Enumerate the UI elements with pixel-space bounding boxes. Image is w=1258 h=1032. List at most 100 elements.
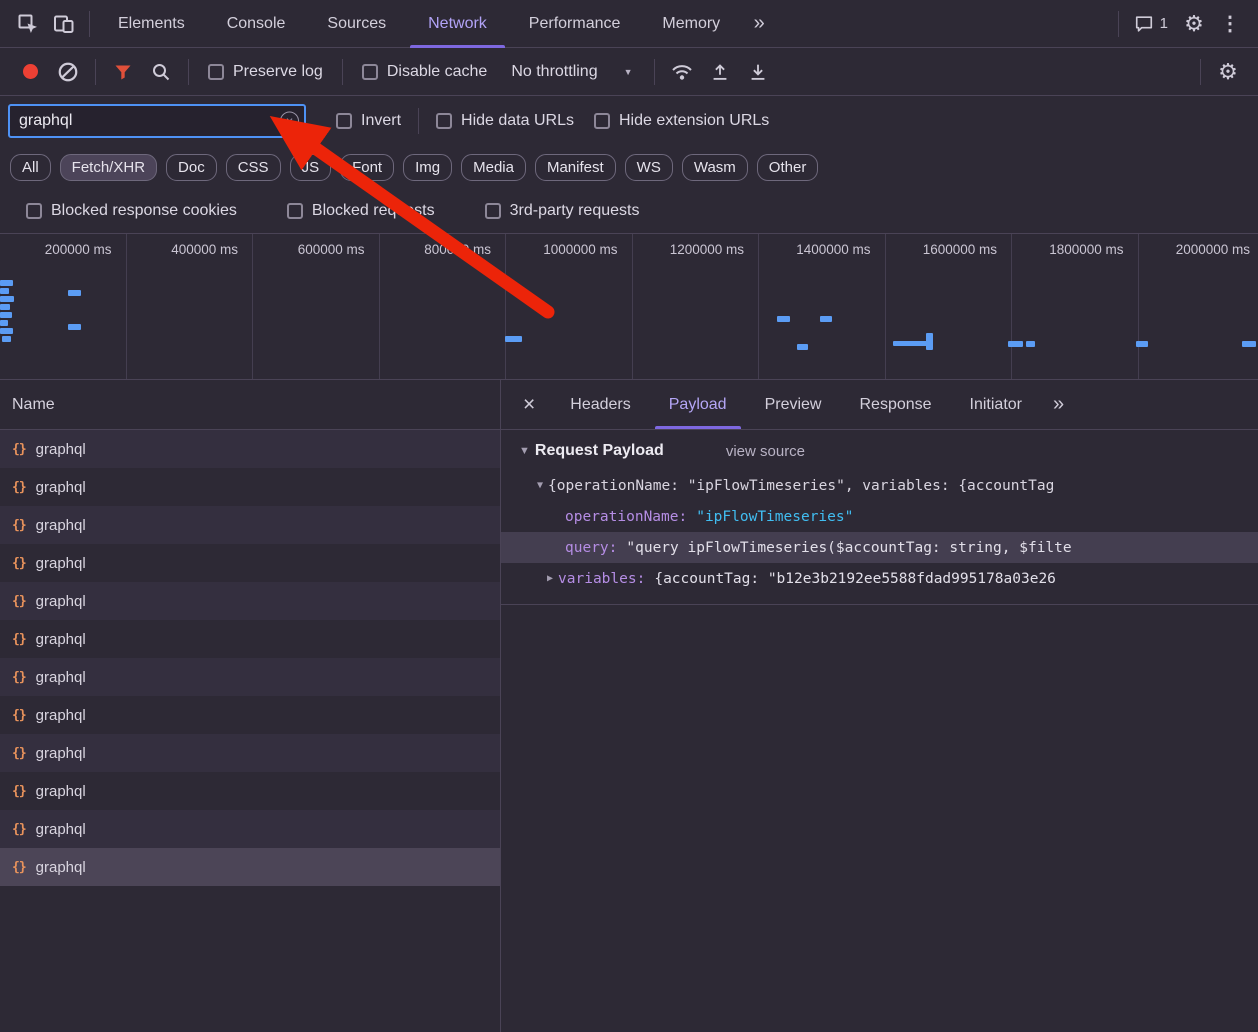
request-row[interactable]: {} graphql [0, 658, 500, 696]
invert-filter-checkbox[interactable]: Invert [326, 112, 411, 130]
request-list: {} graphql {} graphql {} graphql {} grap… [0, 430, 500, 1032]
request-type-chip[interactable]: Fetch/XHR [60, 154, 157, 181]
request-type-chip[interactable]: JS [290, 154, 332, 181]
divider [89, 11, 90, 37]
disclosure-down-icon[interactable]: ▼ [519, 445, 530, 457]
disclosure-right-icon[interactable]: ▶ [547, 573, 553, 584]
request-type-chip[interactable]: All [10, 154, 51, 181]
timeline-tick: 1600000 ms [886, 234, 1013, 379]
disable-cache-checkbox[interactable]: Disable cache [352, 63, 498, 81]
payload-summary-row[interactable]: ▼ {operationName: "ipFlowTimeseries", va… [501, 470, 1258, 501]
request-row[interactable]: {} graphql [0, 848, 500, 886]
inspect-element-icon[interactable] [10, 6, 46, 42]
network-overview-strip[interactable]: 200000 ms400000 ms600000 ms800000 ms1000… [0, 234, 1258, 380]
record-icon[interactable] [12, 54, 48, 90]
view-source-link[interactable]: view source [726, 443, 805, 460]
waterfall-bar [1008, 341, 1023, 347]
timeline-tick: 1800000 ms [1012, 234, 1139, 379]
fetch-braces-icon: {} [12, 594, 26, 609]
network-filter-input[interactable] [8, 104, 306, 138]
panel-tab[interactable]: Elements [97, 0, 206, 48]
issues-button[interactable]: 1 [1126, 14, 1176, 34]
request-type-chip[interactable]: CSS [226, 154, 281, 181]
export-har-icon[interactable] [702, 54, 738, 90]
menu-dots-icon[interactable]: ⋮ [1212, 6, 1248, 42]
waterfall-bar [893, 341, 929, 346]
filter-funnel-icon[interactable] [105, 54, 141, 90]
request-type-chip[interactable]: WS [625, 154, 673, 181]
disclosure-down-icon[interactable]: ▼ [537, 480, 543, 491]
panel-tab[interactable]: Memory [641, 0, 741, 48]
request-row[interactable]: {} graphql [0, 582, 500, 620]
waterfall-bar [0, 296, 14, 302]
request-row[interactable]: {} graphql [0, 544, 500, 582]
checkbox-box [336, 113, 352, 129]
network-settings-gear-icon[interactable]: ⚙ [1210, 54, 1246, 90]
request-row[interactable]: {} graphql [0, 468, 500, 506]
request-type-filters: All Fetch/XHR Doc CSS JS Font Img Media Manifest… [0, 146, 1258, 188]
fetch-braces-icon: {} [12, 632, 26, 647]
fetch-braces-icon: {} [12, 518, 26, 533]
settings-gear-icon[interactable]: ⚙ [1176, 6, 1212, 42]
request-row[interactable]: {} graphql [0, 734, 500, 772]
filter-checkbox[interactable]: 3rd-party requests [475, 202, 650, 220]
payload-header: ▼ Request Payload view source [501, 442, 1258, 470]
panel-tab[interactable]: Console [206, 0, 307, 48]
hide-extension-urls-checkbox[interactable]: Hide extension URLs [584, 112, 779, 130]
request-row[interactable]: {} graphql [0, 810, 500, 848]
request-details-pane: × HeadersPayloadPreviewResponseInitiator… [501, 380, 1258, 1032]
search-icon[interactable] [143, 54, 179, 90]
issues-bubble-icon [1134, 14, 1154, 34]
payload-row-operationName[interactable]: operationName: "ipFlowTimeseries" [501, 501, 1258, 532]
request-type-chip[interactable]: Wasm [682, 154, 748, 181]
filter-checkbox[interactable]: Blocked response cookies [16, 202, 247, 220]
details-tab[interactable]: Preview [746, 380, 841, 429]
payload-row-variables[interactable]: ▶ variables: {accountTag: "b12e3b2192ee5… [501, 563, 1258, 594]
more-detail-tabs-icon[interactable]: » [1041, 393, 1076, 416]
fetch-braces-icon: {} [12, 822, 26, 837]
details-tab[interactable]: Initiator [951, 380, 1041, 429]
divider [342, 59, 343, 85]
request-row[interactable]: {} graphql [0, 506, 500, 544]
request-type-chip[interactable]: Doc [166, 154, 217, 181]
request-type-chip[interactable]: Img [403, 154, 452, 181]
device-toolbar-icon[interactable] [46, 6, 82, 42]
request-row[interactable]: {} graphql [0, 620, 500, 658]
fetch-braces-icon: {} [12, 480, 26, 495]
clear-network-log-icon[interactable] [50, 54, 86, 90]
request-row[interactable]: {} graphql [0, 772, 500, 810]
request-row[interactable]: {} graphql [0, 696, 500, 734]
import-har-icon[interactable] [740, 54, 776, 90]
more-panels-icon[interactable]: » [741, 6, 777, 42]
details-tab[interactable]: Payload [650, 380, 746, 429]
waterfall-bar [505, 336, 522, 342]
request-type-chip[interactable]: Manifest [535, 154, 616, 181]
clear-filter-icon[interactable]: × [280, 112, 299, 131]
waterfall-bar [0, 304, 10, 310]
throttling-dropdown[interactable]: No throttling ▼ [499, 63, 644, 81]
request-type-chip[interactable]: Media [461, 154, 526, 181]
name-column-header[interactable]: Name [0, 380, 500, 430]
waterfall-bar [0, 312, 12, 318]
request-type-chip[interactable]: Other [757, 154, 819, 181]
payload-row-query[interactable]: query: "query ipFlowTimeseries($accountT… [501, 532, 1258, 563]
preserve-log-checkbox[interactable]: Preserve log [198, 63, 333, 81]
filter-checkbox[interactable]: Blocked requests [277, 202, 445, 220]
network-conditions-icon[interactable] [664, 54, 700, 90]
network-filter-row: × Invert Hide data URLs Hide extension U… [0, 96, 1258, 146]
panel-tab[interactable]: Performance [508, 0, 642, 48]
details-tab[interactable]: Headers [551, 380, 649, 429]
request-row[interactable]: {} graphql [0, 430, 500, 468]
fetch-braces-icon: {} [12, 670, 26, 685]
divider [188, 59, 189, 85]
panel-tab[interactable]: Sources [306, 0, 407, 48]
waterfall-bar [0, 328, 13, 334]
close-details-icon[interactable]: × [507, 393, 551, 417]
checkbox-box [26, 203, 42, 219]
details-tab[interactable]: Response [840, 380, 950, 429]
timeline-tick: 200000 ms [0, 234, 127, 379]
checkbox-box [594, 113, 610, 129]
panel-tab[interactable]: Network [407, 0, 508, 48]
request-type-chip[interactable]: Font [340, 154, 394, 181]
hide-data-urls-checkbox[interactable]: Hide data URLs [426, 112, 584, 130]
